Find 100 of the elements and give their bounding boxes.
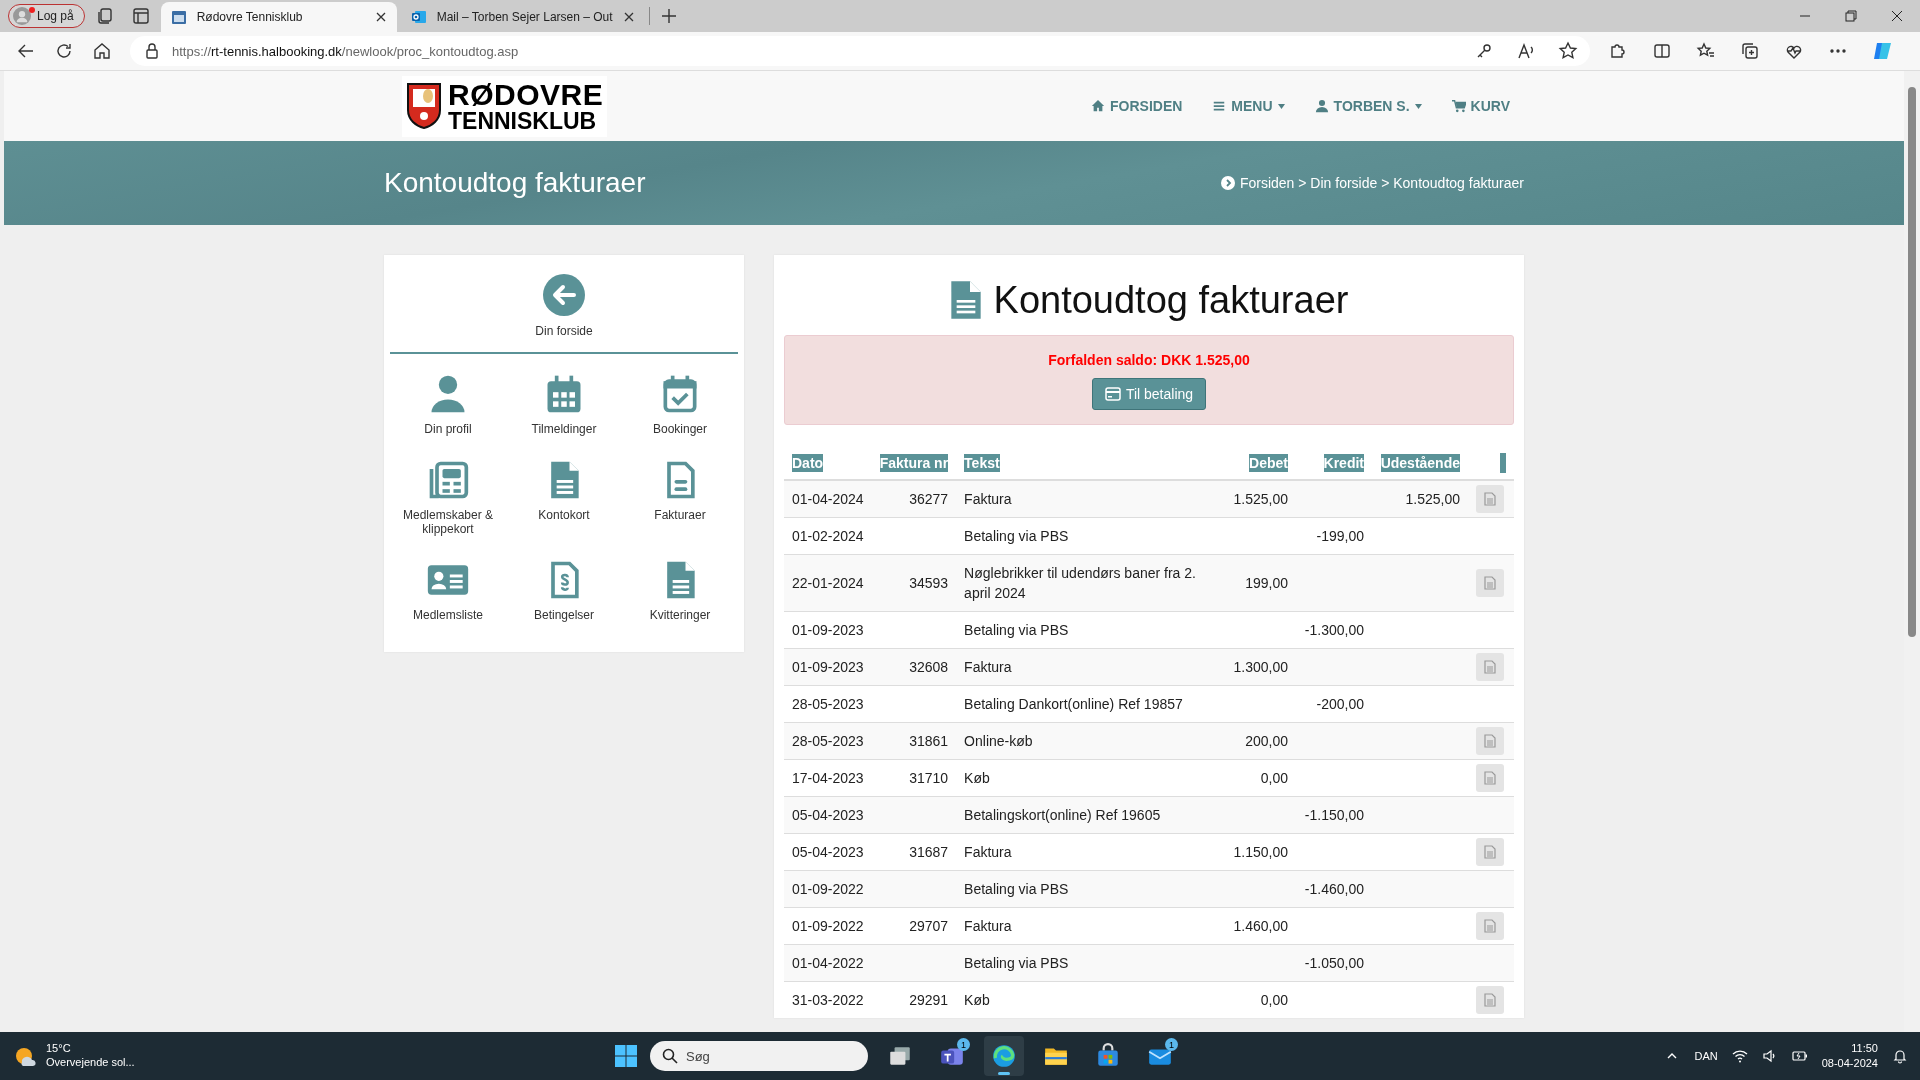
caret-icon bbox=[1277, 103, 1285, 109]
nav-link[interactable]: MENU bbox=[1212, 98, 1285, 114]
table-cell: 32608 bbox=[871, 648, 957, 686]
shield-icon bbox=[406, 82, 442, 130]
menu-icon bbox=[1212, 99, 1227, 113]
table-cell: 36277 bbox=[871, 480, 957, 518]
table-cell: 31-03-2022 bbox=[784, 981, 872, 1018]
close-icon[interactable] bbox=[374, 11, 387, 23]
nav-link[interactable]: KURV bbox=[1451, 98, 1510, 114]
taskbar-app[interactable]: 1 bbox=[1140, 1036, 1180, 1076]
calendar-favicon-icon bbox=[170, 9, 187, 25]
column-header[interactable]: Faktura nr bbox=[879, 454, 949, 472]
sidebar-item[interactable]: Medlemsliste bbox=[390, 558, 506, 622]
page-title: Kontoudtog fakturaer bbox=[384, 167, 646, 199]
section-title: Kontoudtog fakturaer bbox=[993, 278, 1349, 322]
document-icon bbox=[1484, 492, 1496, 506]
browser-tab[interactable]: Mail – Torben Sejer Larsen – Out bbox=[400, 2, 645, 32]
table-cell: -1.460,00 bbox=[1296, 870, 1372, 908]
table-cell: 29291 bbox=[871, 981, 957, 1018]
column-header[interactable]: Debet bbox=[1249, 454, 1288, 472]
person-icon bbox=[1314, 99, 1329, 113]
star-icon[interactable] bbox=[1558, 41, 1578, 61]
credit-card-icon bbox=[1104, 387, 1121, 401]
notification-badge: 1 bbox=[957, 1038, 970, 1051]
table-cell: 22-01-2024 bbox=[784, 554, 872, 612]
table-cell: Betalingskort(online) Ref 19605 bbox=[956, 796, 1216, 834]
search-field[interactable]: Søg bbox=[650, 1041, 868, 1071]
column-header[interactable]: Kredit bbox=[1323, 454, 1364, 472]
notification-dot bbox=[29, 7, 35, 13]
table-cell: Online-køb bbox=[956, 722, 1216, 760]
document-icon bbox=[1484, 993, 1496, 1007]
read-aloud-icon[interactable] bbox=[1516, 41, 1536, 61]
temperature: 15°C bbox=[46, 1042, 72, 1056]
table-cell: 200,00 bbox=[1216, 722, 1296, 760]
table-cell: Nøglebrikker til udendørs baner fra 2. april 2024 bbox=[956, 554, 1216, 612]
back-link[interactable]: Din forside bbox=[390, 273, 738, 354]
close-icon[interactable] bbox=[622, 11, 635, 23]
bell-icon[interactable] bbox=[1892, 1048, 1908, 1064]
sidebar-item[interactable]: Kontokort bbox=[506, 458, 622, 536]
document-icon bbox=[1484, 771, 1496, 785]
sidebar-item[interactable]: Bookinger bbox=[622, 372, 738, 436]
wifi-icon[interactable] bbox=[1731, 1048, 1748, 1064]
sidebar-item[interactable]: Tilmeldinger bbox=[506, 372, 622, 436]
cart-icon bbox=[1451, 99, 1466, 113]
document-icon bbox=[1484, 845, 1496, 859]
table-cell: 28-05-2023 bbox=[784, 722, 872, 760]
split-screen-icon[interactable] bbox=[1652, 41, 1672, 61]
sidebar-item[interactable]: Betingelser bbox=[506, 558, 622, 622]
logo-text: TENNISKLUB bbox=[448, 109, 598, 133]
copilot-icon[interactable] bbox=[1872, 40, 1894, 62]
table-cell: Faktura bbox=[956, 648, 1216, 686]
refresh-icon[interactable] bbox=[54, 41, 74, 61]
shopping-bag-icon[interactable] bbox=[1095, 1043, 1121, 1069]
weather-text: Overvejende sol... bbox=[46, 1056, 135, 1070]
document-icon bbox=[1484, 919, 1496, 933]
windows-start-icon[interactable] bbox=[614, 1044, 638, 1068]
column-header[interactable]: Dato bbox=[792, 454, 824, 472]
puzzle-icon[interactable] bbox=[1608, 41, 1628, 61]
sidebar-item[interactable]: Kvitteringer bbox=[622, 558, 738, 622]
club-logo[interactable]: RØDOVRE TENNISKLUB bbox=[402, 75, 608, 137]
home-icon[interactable] bbox=[92, 41, 112, 61]
nav-link[interactable]: TORBEN S. bbox=[1314, 98, 1422, 114]
taskbar-app[interactable]: 1 bbox=[932, 1036, 972, 1076]
table-cell: 01-04-2022 bbox=[784, 944, 872, 982]
clock-date[interactable]: 08-04-2024 bbox=[1821, 1056, 1878, 1071]
pay-button[interactable]: Til betaling bbox=[1091, 378, 1207, 410]
table-cell: 1.525,00 bbox=[1372, 480, 1468, 518]
language-indicator[interactable]: DAN bbox=[1694, 1050, 1718, 1062]
sidebar-item[interactable]: Din profil bbox=[390, 372, 506, 436]
browser-icon[interactable] bbox=[991, 1043, 1017, 1069]
table-cell: 05-04-2023 bbox=[784, 796, 872, 834]
collections-icon[interactable] bbox=[1740, 41, 1760, 61]
sidebar-item[interactable]: Medlemskaber & klippekort bbox=[390, 458, 506, 536]
taskbar-app[interactable] bbox=[984, 1036, 1024, 1076]
document-icon bbox=[949, 280, 982, 320]
alert-text: Forfalden saldo: DKK 1.525,00 bbox=[1048, 352, 1250, 368]
table-cell: 01-09-2022 bbox=[784, 870, 872, 908]
table-cell: 1.300,00 bbox=[1216, 648, 1296, 686]
table-cell: 34593 bbox=[871, 554, 957, 612]
clock-time[interactable]: 11:50 bbox=[1821, 1041, 1878, 1056]
tab-actions-icon[interactable] bbox=[130, 6, 151, 26]
table-cell: Betaling via PBS bbox=[956, 944, 1216, 982]
table-cell: 199,00 bbox=[1216, 554, 1296, 612]
header-marker bbox=[1500, 453, 1506, 473]
new-tab-icon[interactable] bbox=[659, 7, 678, 25]
address-bar[interactable]: https://rt-tennis.halbooking.dk/newlook/proc_kontoudtog.asp bbox=[130, 36, 1590, 66]
avatar-icon bbox=[13, 7, 31, 25]
sidebar-item[interactable]: Fakturaer bbox=[622, 458, 738, 536]
table-cell: -1.050,00 bbox=[1296, 944, 1372, 982]
caret-icon bbox=[1414, 103, 1422, 109]
browser-tab[interactable]: Rødovre Tennisklub bbox=[160, 2, 397, 32]
battery-icon[interactable] bbox=[1791, 1048, 1808, 1064]
chevron-circle-icon bbox=[1220, 176, 1235, 190]
profile-button[interactable]: Log på bbox=[8, 4, 85, 28]
column-header[interactable]: Tekst bbox=[964, 454, 1000, 472]
table-cell: 31861 bbox=[871, 722, 957, 760]
nav-link[interactable]: FORSIDEN bbox=[1091, 98, 1183, 114]
document-icon bbox=[1484, 576, 1496, 590]
url-text: https://rt-tennis.halbooking.dk/newlook/proc_kontoudtog.asp bbox=[172, 43, 519, 59]
column-header[interactable]: Udestående bbox=[1380, 454, 1460, 472]
